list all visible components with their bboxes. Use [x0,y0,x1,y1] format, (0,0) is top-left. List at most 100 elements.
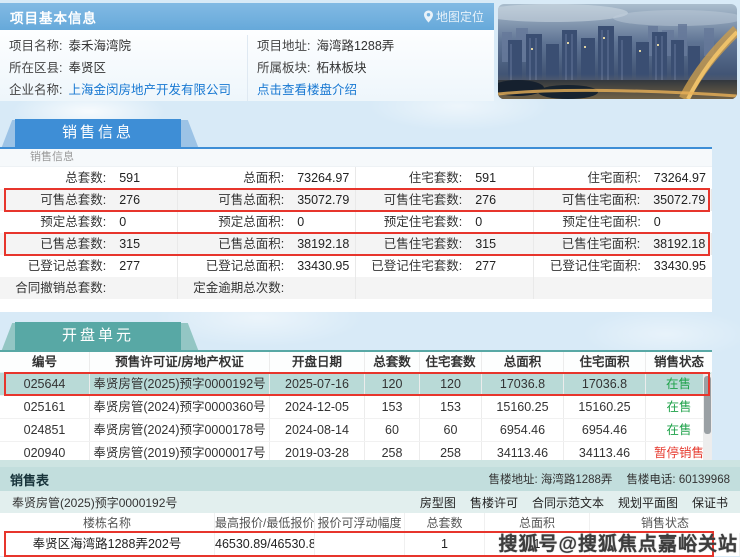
stat-label: 可售总套数: [0,189,106,211]
company-label: 企业名称: [9,83,62,97]
unit-open-date: 2025-07-16 [270,373,365,395]
stat-pair: 已售总套数:315 [0,233,178,255]
tab-sales-info-label[interactable]: 销售信息 [15,119,181,147]
units-scrollbar-thumb[interactable] [704,376,711,434]
basic-info-row: 企业名称: 上海金闵房地产开发有限公司 点击查看楼盘介绍 [0,79,494,101]
stat-value: 315 [462,233,533,255]
project-photo [498,4,737,99]
project-address-field: 项目地址:海湾路1288弄 [247,35,494,57]
stat-value [284,277,355,299]
stat-pair: 总面积:73264.97 [178,167,356,189]
units-row[interactable]: 024851 奉贤房管(2024)预字0000178号 2024-08-14 6… [0,419,712,442]
stat-pair: 预定住宅套数:0 [356,211,534,233]
stat-pair: 住宅面积:73264.97 [534,167,712,189]
unit-area: 6954.46 [482,419,564,441]
stat-label: 已登记住宅面积: [534,255,641,277]
sales-row-reserved: 预定总套数:0 预定总面积:0 预定住宅套数:0 预定住宅面积:0 [0,211,712,233]
stat-pair: 可售住宅面积:35072.79 [534,189,712,211]
stat-label: 已登记总面积: [178,255,284,277]
unit-res-area: 6954.46 [564,419,646,441]
col-building-name: 楼栋名称 [0,513,215,533]
stat-label: 总面积: [178,167,284,189]
stat-value: 591 [462,167,533,189]
planning-map-link[interactable]: 规划平面图 [618,494,678,511]
stat-label: 定金逾期总次数: [178,277,284,299]
units-scrollbar[interactable] [703,374,712,465]
stat-pair: 已登记住宅套数:277 [356,255,534,277]
map-pin-icon [424,10,433,23]
sales-info-panel: 销售信息 总套数:591 总面积:73264.97 住宅套数:591 住宅面积:… [0,147,712,312]
unit-res: 153 [420,396,482,418]
stat-pair: 已登记总面积:33430.95 [178,255,356,277]
stat-value: 33430.95 [641,255,712,277]
tab-units-label[interactable]: 开盘单元 [15,322,181,350]
unit-total: 120 [365,373,420,395]
sales-office-info: 售楼地址: 海湾路1288弄 售楼电话: 60139968 [488,471,730,487]
building-price-float [315,533,405,556]
stat-value: 0 [641,211,712,233]
company-link[interactable]: 上海金闵房地产开发有限公司 [68,83,231,97]
stat-pair: 已登记住宅面积:33430.95 [534,255,712,277]
stat-pair: 可售总面积:35072.79 [178,189,356,211]
col-id: 编号 [0,352,90,372]
units-row[interactable]: 025161 奉贤房管(2024)预字0000360号 2024-12-05 1… [0,396,712,419]
stat-pair: 预定住宅面积:0 [534,211,712,233]
project-name-field: 项目名称:泰禾海湾院 [0,35,247,57]
guarantee-link[interactable]: 保证书 [692,494,728,511]
stat-value: 35072.79 [640,189,711,211]
sales-row-cancelled: 合同撤销总套数: 定金逾期总次数: [0,277,712,299]
stat-pair: 预定总面积:0 [178,211,356,233]
stat-label: 合同撤销总套数: [0,277,106,299]
units-table: 编号 预售许可证/房地产权证 开盘日期 总套数 住宅套数 总面积 住宅面积 销售… [0,350,712,465]
building-name: 奉贤区海湾路1288弄202号 [0,533,215,556]
building-total-units: 1 [405,533,485,556]
units-row-selected[interactable]: 025644 奉贤房管(2025)预字0000192号 2025-07-16 1… [0,373,712,396]
unit-permit: 奉贤房管(2025)预字0000192号 [90,373,270,395]
stat-label: 总套数: [0,167,106,189]
tab-sales-info[interactable]: 销售信息 [3,119,203,147]
stat-pair: 可售住宅套数:276 [356,189,534,211]
col-permit: 预售许可证/房地产权证 [90,352,270,372]
view-project-intro-link[interactable]: 点击查看楼盘介绍 [257,83,357,97]
unit-area: 15160.25 [482,396,564,418]
sales-sheet-title: 销售表 [10,470,49,489]
stat-value [106,277,177,299]
sales-office-phone: 售楼电话: 60139968 [626,471,730,487]
district-label: 所在区县: [9,61,62,75]
stat-pair [356,277,534,299]
stat-label: 已售总套数: [0,233,106,255]
sales-row-sold: 已售总套数:315 已售总面积:38192.18 已售住宅套数:315 已售住宅… [0,233,712,255]
intro-field: 点击查看楼盘介绍 [247,79,494,101]
district-value: 奉贤区 [68,61,106,75]
map-locate-label: 地图定位 [436,8,484,25]
stat-value: 277 [106,255,177,277]
col-total-units: 总套数 [405,513,485,533]
stat-pair: 预定总套数:0 [0,211,178,233]
unit-area: 17036.8 [482,373,564,395]
unit-id: 024851 [0,419,90,441]
stat-value: 73264.97 [284,167,355,189]
col-price-range: 最高报价/最低报价 [215,513,315,533]
building-price: 46530.89/46530.89 [215,533,315,556]
col-open-date: 开盘日期 [270,352,365,372]
stat-value: 0 [462,211,533,233]
sales-row-total: 总套数:591 总面积:73264.97 住宅套数:591 住宅面积:73264… [0,167,712,189]
floorplan-link[interactable]: 房型图 [420,494,456,511]
map-locate-link[interactable]: 地图定位 [424,3,484,30]
stat-pair: 住宅套数:591 [356,167,534,189]
unit-permit: 奉贤房管(2024)预字0000178号 [90,419,270,441]
col-res-units: 住宅套数 [420,352,482,372]
contract-sample-link[interactable]: 合同示范文本 [532,494,604,511]
col-price-float: 报价可浮动幅度 [315,513,405,533]
basic-info-header-bar: 项目基本信息 地图定位 [0,3,494,30]
sheet-doc-links: 房型图 售楼许可 合同示范文本 规划平面图 保证书 [420,494,728,511]
sales-permit-link[interactable]: 售楼许可 [470,494,518,511]
tab-units[interactable]: 开盘单元 [3,322,203,350]
unit-id: 025644 [0,373,90,395]
stat-value: 277 [462,255,533,277]
page: 项目基本信息 地图定位 项目名称:泰禾海湾院 项目地址:海湾路1288弄 所在区… [0,0,740,557]
plate-value: 柘林板块 [316,61,366,75]
col-total-units: 总套数 [365,352,420,372]
stat-value: 0 [106,211,177,233]
stat-value: 591 [106,167,177,189]
